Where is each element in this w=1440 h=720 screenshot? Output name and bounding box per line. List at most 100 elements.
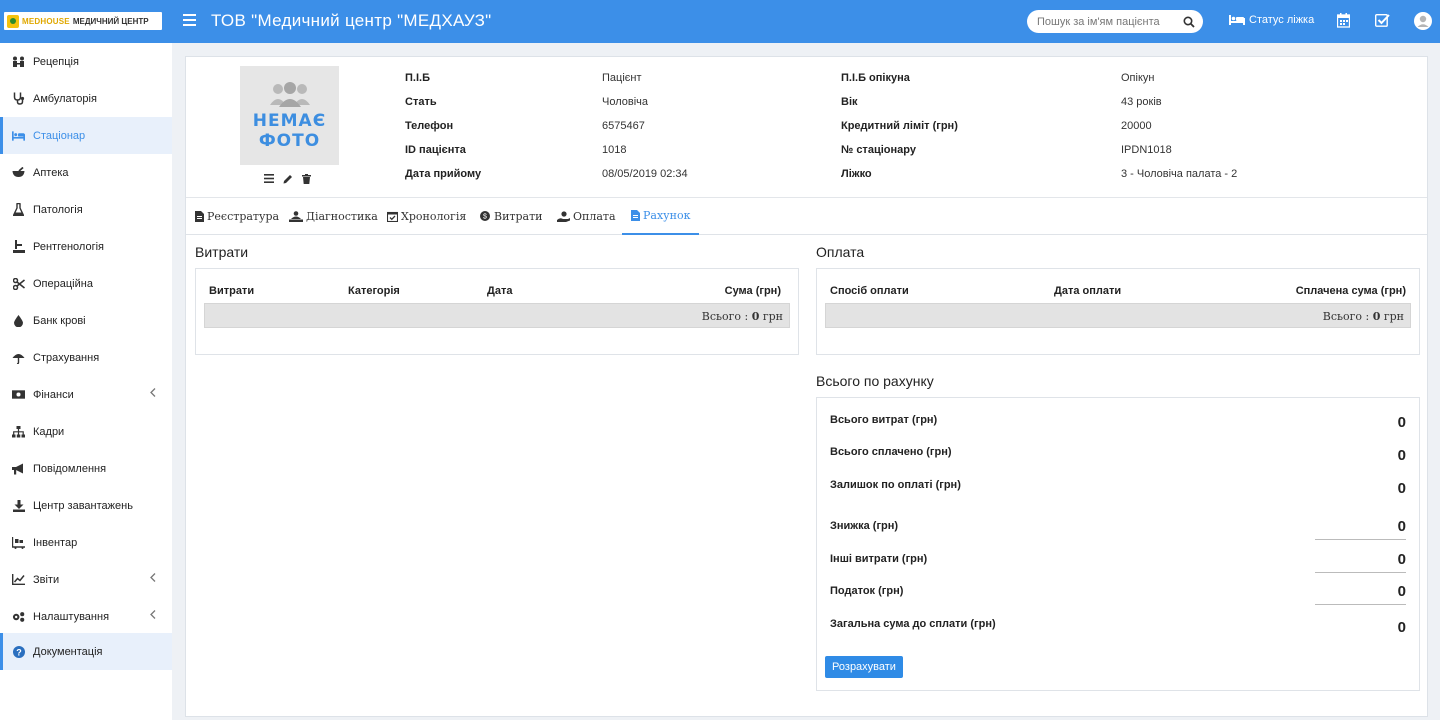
- sidebar-item-label: Амбулаторія: [33, 92, 97, 105]
- svg-text:?: ?: [16, 647, 22, 657]
- sidebar-item-inventory[interactable]: Інвентар: [0, 524, 172, 561]
- summary-title: Всього по рахунку: [816, 373, 934, 389]
- trash-icon[interactable]: [302, 174, 311, 187]
- sidebar-item-label: Повідомлення: [33, 462, 107, 475]
- sidebar-item-operating[interactable]: Операційна: [0, 265, 172, 302]
- expenses-title: Витрати: [195, 244, 249, 260]
- total-value: 0: [751, 310, 760, 323]
- tab-payment[interactable]: Оплата: [557, 198, 616, 235]
- sidebar-item-staff[interactable]: Кадри: [0, 413, 172, 450]
- task-check-icon[interactable]: [1375, 13, 1390, 28]
- value-phone: 6575467: [602, 120, 645, 132]
- tab-diagnostics[interactable]: Діагностика: [289, 198, 378, 235]
- label-balance-due: Залишок по оплаті (грн): [830, 479, 961, 491]
- top-navbar: MEDHOUSE МЕДИЧНИЙ ЦЕНТР ТОВ "Медичний це…: [0, 0, 1440, 43]
- sidebar-item-label: Банк крові: [33, 314, 86, 327]
- sidebar-item-notifications[interactable]: Повідомлення: [0, 450, 172, 487]
- total-value: 0: [1372, 310, 1381, 323]
- column-header-paid-amount: Сплачена сума (грн): [1295, 285, 1406, 297]
- no-photo-line2: ФОТО: [258, 130, 321, 151]
- value-gender: Чоловіча: [602, 96, 649, 108]
- organization-title: ТОВ "Медичний центр "МЕДХАУЗ": [211, 11, 492, 30]
- tab-expenses[interactable]: $ Витрати: [479, 198, 543, 235]
- tab-registry[interactable]: Реєстратура: [195, 198, 279, 235]
- sidebar-item-ambulatory[interactable]: Амбулаторія: [0, 80, 172, 117]
- column-header-expense: Витрати: [209, 285, 255, 297]
- sidebar-item-label: Аптека: [33, 166, 69, 179]
- sidebar-item-label: Рентгенологія: [33, 240, 104, 253]
- calculate-button[interactable]: Розрахувати: [825, 656, 903, 678]
- label-total-paid: Всього сплачено (грн): [830, 446, 952, 458]
- tab-label: Витрати: [494, 210, 543, 223]
- total-label: Всього :: [1322, 310, 1370, 323]
- tab-chronology[interactable]: Хронологія: [387, 198, 466, 235]
- label-gender: Стать: [405, 96, 437, 108]
- drop-icon: [12, 314, 25, 327]
- column-header-date: Дата: [487, 285, 513, 297]
- value-balance-due: 0: [1397, 480, 1406, 497]
- tab-label: Реєстратура: [207, 210, 280, 223]
- edit-icon[interactable]: [283, 174, 293, 187]
- sidebar-item-label: Патологія: [33, 203, 83, 216]
- app-logo[interactable]: MEDHOUSE МЕДИЧНИЙ ЦЕНТР: [4, 12, 162, 30]
- sidebar-item-finance[interactable]: Фінанси: [0, 376, 172, 413]
- label-admission-date: Дата прийому: [405, 168, 482, 180]
- patient-search: [1027, 10, 1203, 33]
- tab-label: Діагностика: [306, 210, 378, 223]
- label-credit-limit: Кредитний ліміт (грн): [841, 120, 958, 132]
- value-inpatient-number: IPDN1018: [1121, 144, 1172, 156]
- tab-invoice[interactable]: Рахунок: [622, 198, 700, 235]
- reception-icon: [12, 55, 25, 68]
- other-expenses-input[interactable]: 0: [1315, 551, 1406, 573]
- sidebar-item-pharmacy[interactable]: Аптека: [0, 154, 172, 191]
- sidebar-item-label: Операційна: [33, 277, 93, 290]
- user-avatar[interactable]: [1414, 12, 1432, 30]
- tab-label: Рахунок: [643, 209, 691, 222]
- discount-input[interactable]: 0: [1315, 518, 1406, 540]
- sidebar-item-blood-bank[interactable]: Банк крові: [0, 302, 172, 339]
- patient-tabs: Реєстратура Діагностика Хронологія $ Вит…: [186, 197, 1427, 235]
- payment-total-row: Всього : 0 грн: [825, 303, 1411, 328]
- sidebar-item-label: Кадри: [33, 425, 65, 438]
- sidebar-item-radiology[interactable]: Рентгенологія: [0, 228, 172, 265]
- menu-toggle-icon[interactable]: [183, 14, 196, 26]
- payment-table: Спосіб оплати Дата оплати Сплачена сума …: [816, 268, 1420, 355]
- question-icon: ?: [12, 645, 25, 658]
- label-inpatient-number: № стаціонару: [841, 144, 916, 156]
- label-bed: Ліжко: [841, 168, 872, 180]
- bed-status-link[interactable]: Статус ліжка: [1229, 14, 1314, 26]
- sidebar-item-label: Фінанси: [33, 388, 74, 401]
- calendar-icon[interactable]: [1337, 13, 1350, 28]
- chevron-left-icon: [150, 388, 156, 397]
- tax-input[interactable]: 0: [1315, 583, 1406, 605]
- user-icon: [1417, 15, 1429, 27]
- download-icon: [12, 499, 25, 512]
- sidebar-item-inpatient[interactable]: Стаціонар: [0, 117, 172, 154]
- label-tax: Податок (грн): [830, 585, 904, 597]
- flask-icon: [12, 203, 25, 216]
- patient-photo: НЕМАЄ ФОТО: [240, 66, 339, 165]
- sidebar-item-insurance[interactable]: Страхування: [0, 339, 172, 376]
- scissors-icon: [12, 277, 25, 290]
- label-guardian: П.І.Б опікуна: [841, 72, 910, 84]
- total-label: Всього :: [701, 310, 749, 323]
- sidebar-item-settings[interactable]: Налаштування: [0, 598, 172, 635]
- value-name: Пацієнт: [602, 72, 642, 84]
- chevron-left-icon: [150, 610, 156, 619]
- summary-box: Всього витрат (грн) 0 Всього сплачено (г…: [816, 397, 1420, 691]
- sidebar-item-documentation[interactable]: ? Документація: [0, 633, 172, 670]
- search-input[interactable]: [1037, 15, 1177, 28]
- sidebar-item-downloads[interactable]: Центр завантажень: [0, 487, 172, 524]
- sidebar-item-reception[interactable]: Рецепція: [0, 43, 172, 80]
- coins-icon: $: [480, 211, 490, 221]
- sidebar-item-pathology[interactable]: Патологія: [0, 191, 172, 228]
- list-icon[interactable]: [264, 174, 274, 187]
- chevron-left-icon: [150, 573, 156, 582]
- expenses-total-row: Всього : 0 грн: [204, 303, 790, 328]
- search-icon[interactable]: [1183, 15, 1195, 28]
- label-other-expenses: Інші витрати (грн): [830, 553, 928, 565]
- invoice-icon: [631, 210, 640, 221]
- expenses-table: Витрати Категорія Дата Сума (грн) Всього…: [195, 268, 799, 355]
- sidebar-item-reports[interactable]: Звіти: [0, 561, 172, 598]
- payment-title: Оплата: [816, 244, 865, 260]
